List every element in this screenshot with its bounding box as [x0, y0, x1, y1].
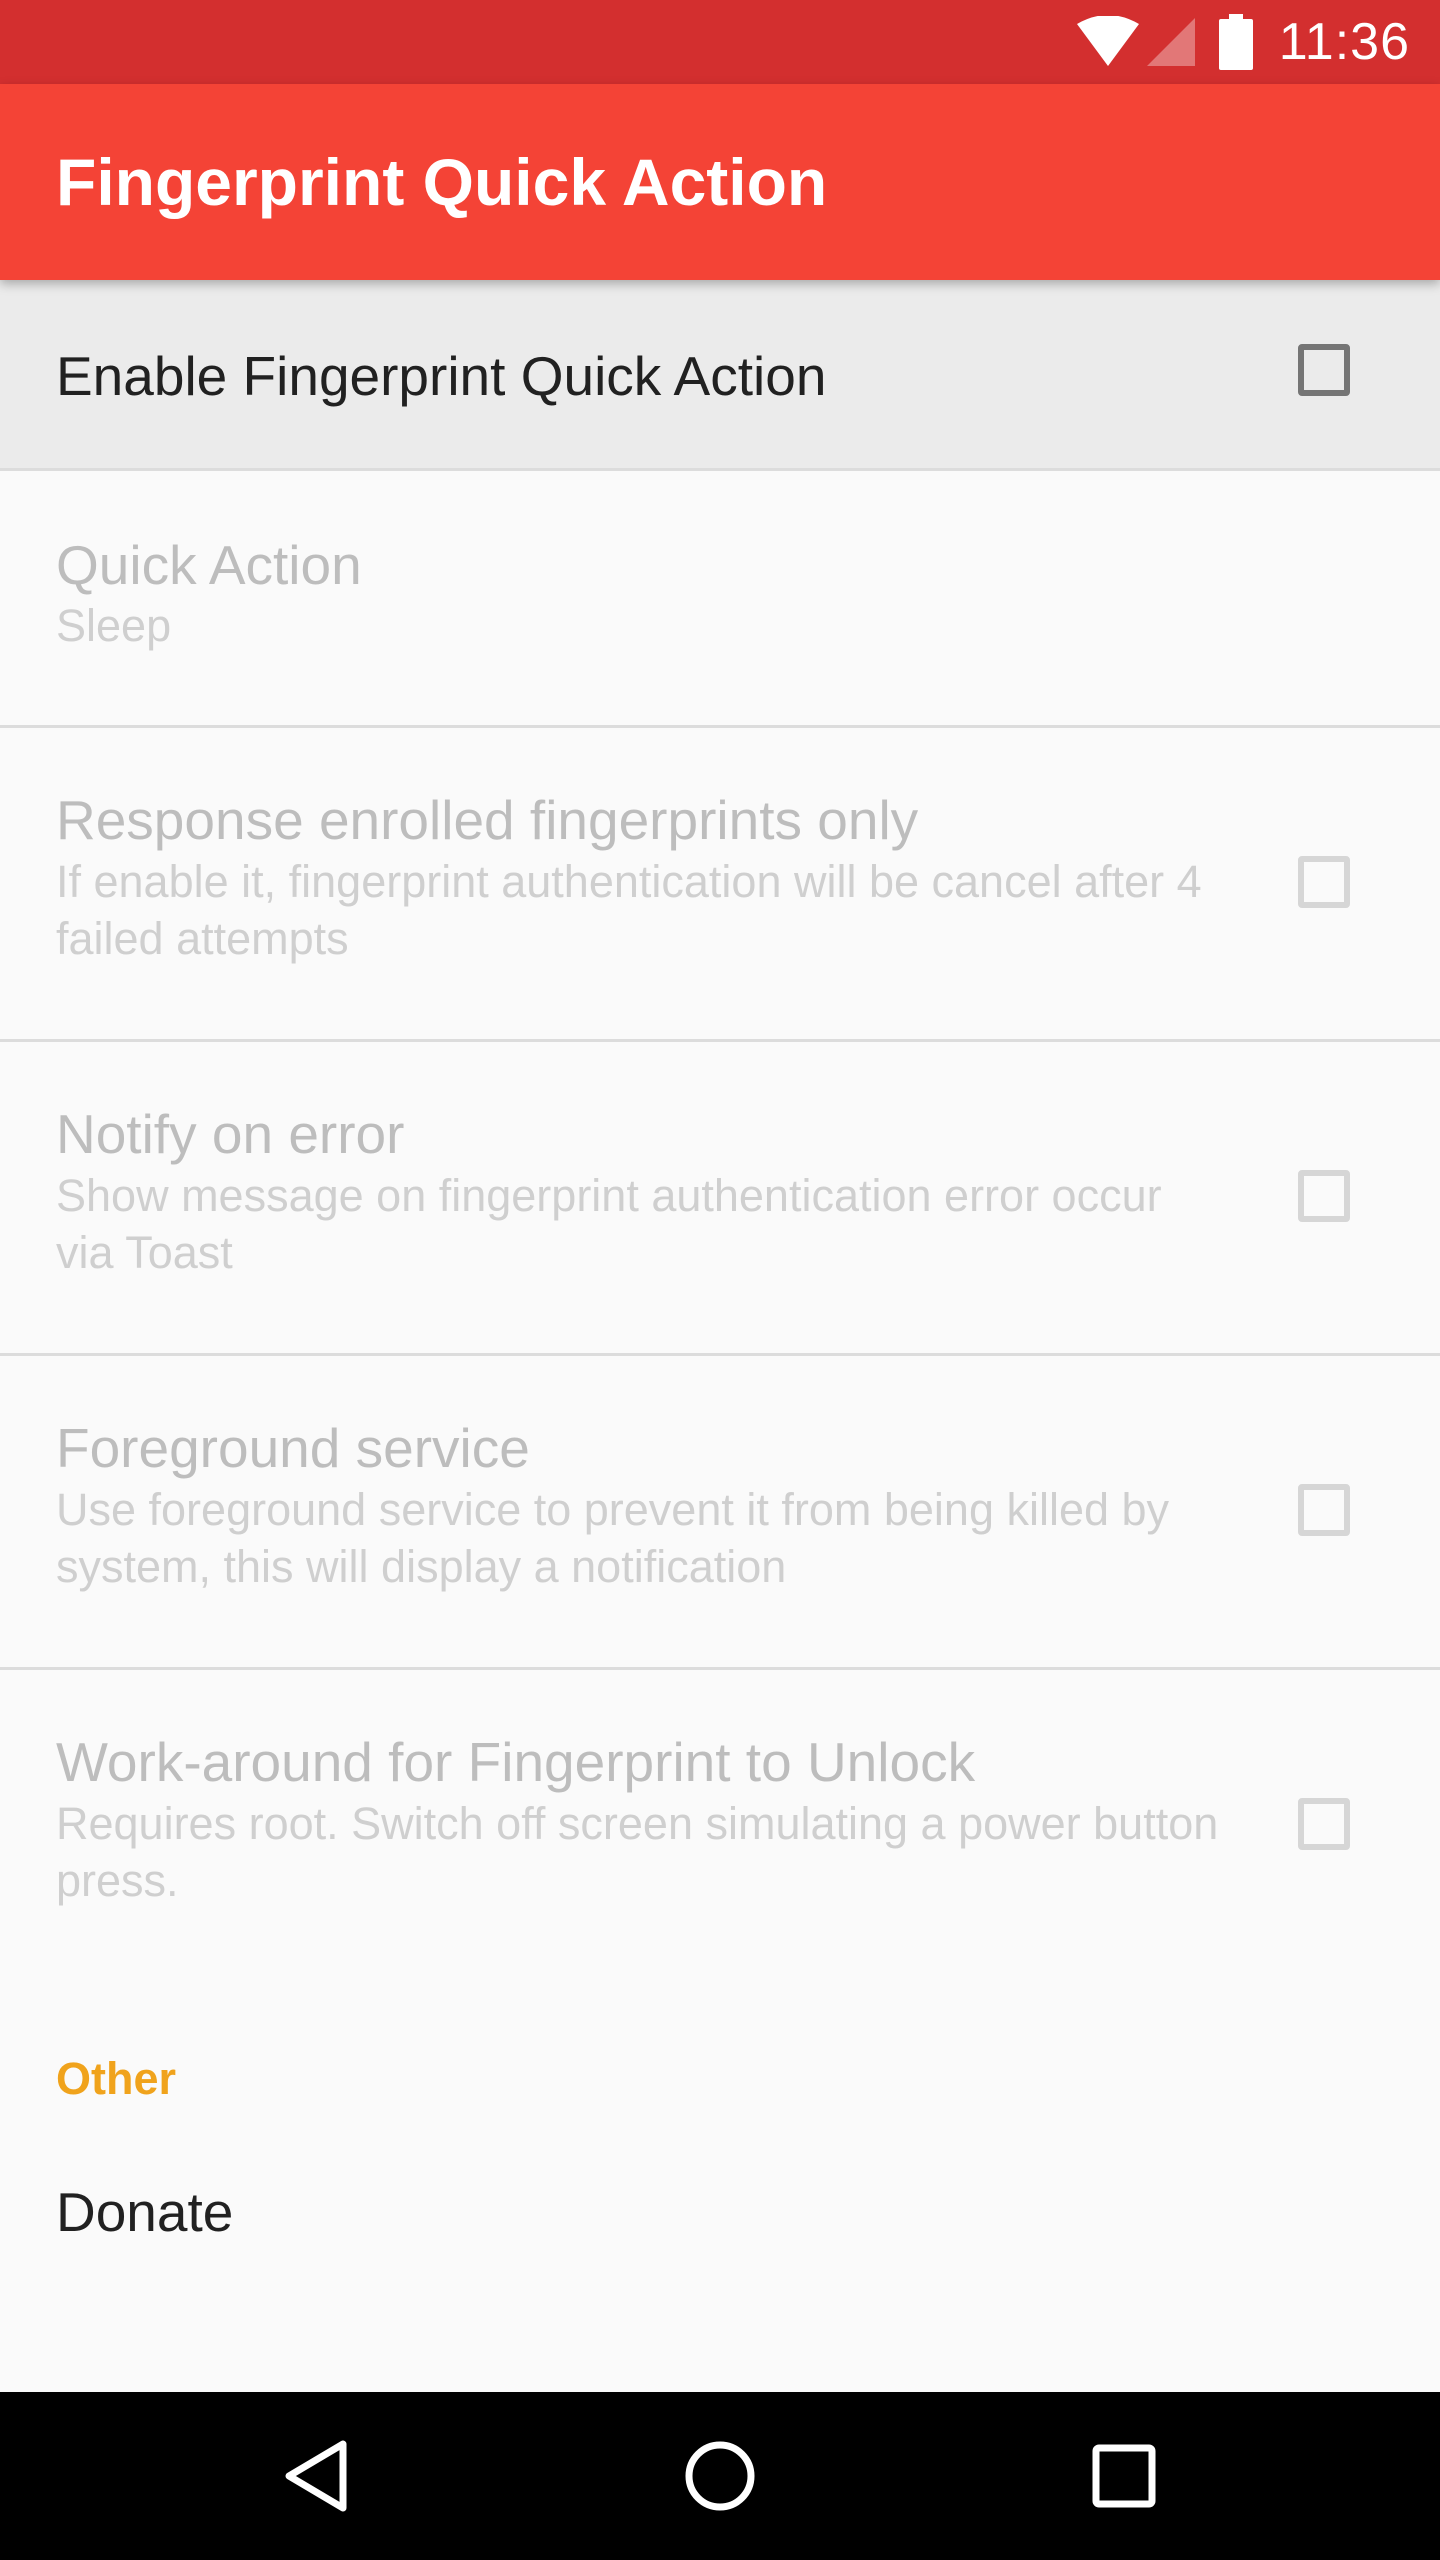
- pref-response-enrolled[interactable]: Response enrolled fingerprints only If e…: [0, 728, 1440, 1039]
- pref-summary: Show message on fingerprint authenticati…: [56, 1170, 1162, 1278]
- pref-title: Work-around for Fingerprint to Unlock: [56, 1731, 976, 1793]
- pref-summary: Use foreground service to prevent it fro…: [56, 1484, 1170, 1592]
- master-switch-checkbox[interactable]: [1298, 344, 1350, 396]
- recents-icon[interactable]: [1024, 2392, 1224, 2560]
- app-title: Fingerprint Quick Action: [56, 145, 828, 219]
- pref-donate[interactable]: Donate: [56, 2180, 233, 2244]
- pref-summary: Sleep: [56, 600, 172, 651]
- signal-icon: [1145, 16, 1197, 68]
- pref-checkbox[interactable]: [1298, 1170, 1350, 1222]
- app-bar: Fingerprint Quick Action: [0, 84, 1440, 280]
- master-switch-row[interactable]: Enable Fingerprint Quick Action: [0, 280, 1440, 468]
- pref-title: Foreground service: [56, 1417, 530, 1479]
- pref-checkbox[interactable]: [1298, 1798, 1350, 1850]
- pref-work-around-unlock[interactable]: Work-around for Fingerprint to Unlock Re…: [0, 1670, 1440, 1981]
- wifi-icon: [1075, 16, 1141, 68]
- battery-icon: [1218, 14, 1253, 70]
- pref-title: Notify on error: [56, 1103, 405, 1165]
- pref-summary: Requires root. Switch off screen simulat…: [56, 1798, 1219, 1906]
- pref-title: Quick Action: [56, 534, 362, 596]
- back-icon[interactable]: [216, 2392, 416, 2560]
- status-icons: 11:36: [1075, 0, 1410, 84]
- home-icon[interactable]: [620, 2392, 820, 2560]
- pref-quick-action[interactable]: Quick Action Sleep: [0, 471, 1440, 725]
- pref-checkbox[interactable]: [1298, 1484, 1350, 1536]
- pref-title: Response enrolled fingerprints only: [56, 789, 919, 851]
- pref-summary: If enable it, fingerprint authentication…: [56, 856, 1202, 964]
- status-time: 11:36: [1278, 13, 1410, 71]
- status-bar: 11:36: [0, 0, 1440, 84]
- section-header-other: Other: [56, 2053, 177, 2104]
- master-switch-label: Enable Fingerprint Quick Action: [56, 345, 827, 407]
- pref-checkbox[interactable]: [1298, 856, 1350, 908]
- pref-notify-on-error[interactable]: Notify on error Show message on fingerpr…: [0, 1042, 1440, 1353]
- navigation-bar: [0, 2392, 1440, 2560]
- settings-list[interactable]: Enable Fingerprint Quick Action Quick Ac…: [0, 280, 1440, 2392]
- pref-foreground-service[interactable]: Foreground service Use foreground servic…: [0, 1356, 1440, 1667]
